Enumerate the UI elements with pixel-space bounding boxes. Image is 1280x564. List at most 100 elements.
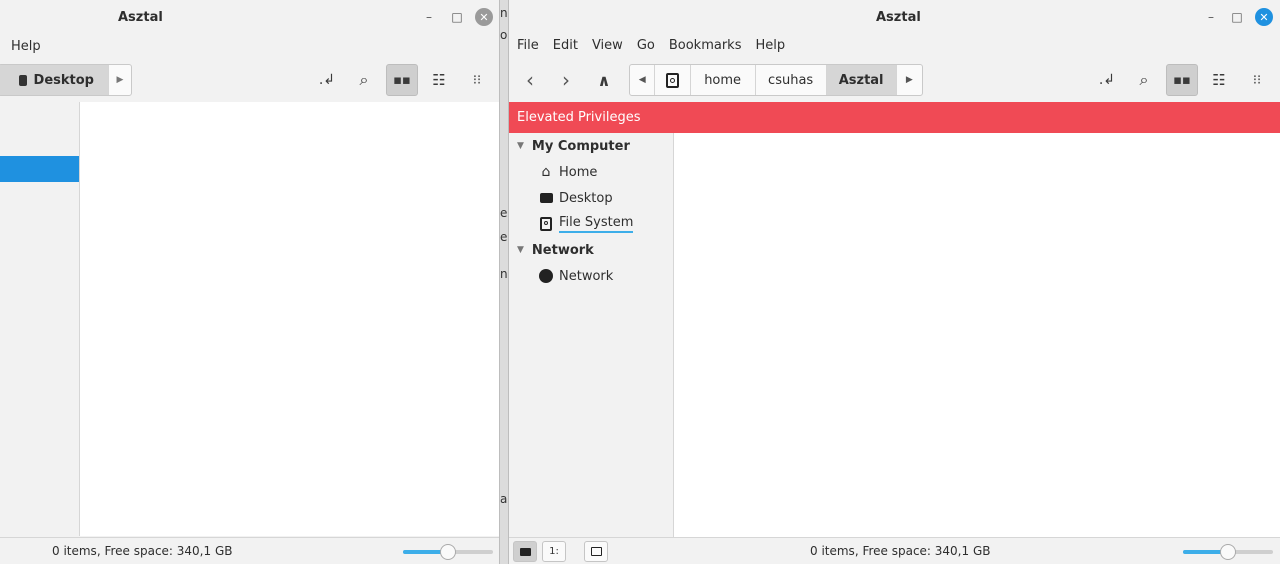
front-titlebar[interactable]: Asztal – □ ✕: [509, 0, 1280, 34]
menu-help[interactable]: Help: [4, 36, 48, 58]
menu-file[interactable]: File: [510, 35, 546, 57]
drive-icon: [537, 217, 555, 231]
menu-view[interactable]: View: [585, 35, 630, 57]
compact-icon: ⁝⁝: [472, 72, 482, 88]
sidebar-item-label: Desktop: [559, 190, 613, 206]
back-content-area[interactable]: [80, 102, 499, 536]
front-window-title: Asztal: [876, 10, 921, 25]
triangle-left-icon: ◀: [638, 75, 646, 85]
expander-down-icon: ▼: [517, 245, 524, 255]
compact-icon: ⁝⁝: [1252, 72, 1262, 88]
breadcrumb-desktop[interactable]: Desktop: [0, 65, 109, 95]
elevated-privileges-bar: Elevated Privileges: [509, 102, 1280, 133]
back-button[interactable]: ‹: [514, 64, 546, 96]
back-zoom-knob[interactable]: [440, 544, 456, 560]
front-zoom-slider[interactable]: [1183, 544, 1273, 560]
sidebar-icon: [590, 547, 602, 556]
compact-view-button[interactable]: ⁝⁝: [1241, 64, 1273, 96]
maximize-icon[interactable]: □: [448, 8, 466, 26]
menu-edit[interactable]: Edit: [546, 35, 585, 57]
toggle-location-button[interactable]: .↲: [311, 64, 343, 96]
triangle-right-icon: ▶: [905, 75, 913, 85]
sidebar-section-network-label: Network: [531, 242, 594, 258]
desktop-icon: [537, 193, 555, 203]
front-statusbar: 1: 0 items, Free space: 340,1 GB: [509, 537, 1280, 564]
sidebar-item-label: File System: [559, 215, 634, 233]
front-zoom-knob[interactable]: [1220, 544, 1236, 560]
grid-icon: ▪▪: [1173, 72, 1191, 88]
toggle-sidebar-button[interactable]: [584, 541, 608, 562]
sidebar-item-network[interactable]: Network: [509, 263, 673, 289]
back-statusbar: 0 items, Free space: 340,1 GB: [0, 537, 499, 564]
chevron-up-icon: ∧: [597, 70, 611, 90]
breadcrumb-csuhas[interactable]: csuhas: [756, 65, 827, 95]
back-titlebar[interactable]: Asztal – □ ✕: [0, 0, 499, 34]
back-sidebar-selected-item[interactable]: [0, 156, 79, 182]
triangle-right-icon: ▶: [116, 75, 124, 85]
front-toolbar: ‹ › ∧ ◀ home csuhas Asztal ▶ .↲ ⌕ ▪▪ ☷ ⁝…: [509, 62, 1280, 100]
maximize-icon[interactable]: □: [1228, 8, 1246, 26]
minimize-icon[interactable]: –: [420, 8, 438, 26]
breadcrumb-next-button[interactable]: ▶: [897, 65, 922, 95]
globe-icon: [537, 269, 555, 283]
back-sidebar: [0, 102, 80, 536]
chevron-right-icon: ›: [562, 68, 570, 92]
back-menubar: Help: [4, 36, 48, 58]
background-fragment: n: [500, 6, 508, 20]
back-breadcrumb: Desktop ▶: [0, 64, 132, 96]
compact-view-button[interactable]: ⁝⁝: [461, 64, 493, 96]
breadcrumb-prev-button[interactable]: ◀: [630, 65, 656, 95]
background-fragment: e.: [500, 206, 508, 220]
front-menubar: File Edit View Go Bookmarks Help: [510, 35, 792, 57]
forward-button[interactable]: ›: [550, 64, 582, 96]
list-view-button[interactable]: ☷: [1203, 64, 1235, 96]
close-icon[interactable]: ✕: [1255, 8, 1273, 26]
sidebar-item-home[interactable]: ⌂ Home: [509, 159, 673, 185]
background-fragment: n: [500, 267, 508, 281]
front-breadcrumb: ◀ home csuhas Asztal ▶: [629, 64, 923, 96]
sidebar-section-network[interactable]: ▼ Network: [509, 237, 673, 263]
menu-go[interactable]: Go: [630, 35, 662, 57]
minimize-icon[interactable]: –: [1202, 8, 1220, 26]
front-content-area[interactable]: [674, 133, 1280, 537]
back-status-text: 0 items, Free space: 340,1 GB: [52, 544, 233, 558]
background-fragment: a: [500, 492, 508, 506]
background-fragment: o: [500, 28, 508, 42]
back-window: Asztal – □ ✕ Help Desktop ▶ .↲ ⌕ ▪▪ ☷ ⁝⁝…: [0, 0, 500, 564]
grid-icon: ▪▪: [393, 72, 411, 88]
desktop-icon: [19, 74, 27, 86]
back-zoom-slider[interactable]: [403, 544, 493, 560]
breadcrumb-desktop-label: Desktop: [33, 72, 94, 88]
close-icon[interactable]: ✕: [475, 8, 493, 26]
breadcrumb-next-button[interactable]: ▶: [109, 65, 131, 95]
sidebar-section-my-computer-label: My Computer: [531, 138, 630, 154]
icon-view-button[interactable]: ▪▪: [386, 64, 418, 96]
search-button[interactable]: ⌕: [348, 64, 380, 96]
menu-help[interactable]: Help: [748, 35, 792, 57]
icon-view-button[interactable]: ▪▪: [1166, 64, 1198, 96]
breadcrumb-asztal[interactable]: Asztal: [826, 65, 897, 95]
background-window-strip: n o e. e n a: [500, 0, 508, 564]
list-view-button[interactable]: ☷: [423, 64, 455, 96]
background-fragment: e: [500, 230, 508, 244]
search-icon: ⌕: [359, 70, 369, 89]
breadcrumb-home[interactable]: home: [691, 65, 756, 95]
search-button[interactable]: ⌕: [1128, 64, 1160, 96]
up-button[interactable]: ∧: [588, 64, 620, 96]
sidebar-item-file-system[interactable]: File System: [509, 211, 673, 237]
sidebar-item-label: Network: [559, 268, 614, 284]
expander-down-icon: ▼: [517, 141, 524, 151]
show-places-button[interactable]: [513, 541, 537, 562]
show-treeview-button[interactable]: 1:: [542, 541, 566, 562]
front-window: Asztal – □ ✕ File Edit View Go Bookmarks…: [508, 0, 1280, 564]
sidebar-section-my-computer[interactable]: ▼ My Computer: [509, 133, 673, 159]
toggle-location-button[interactable]: .↲: [1091, 64, 1123, 96]
menu-bookmarks[interactable]: Bookmarks: [662, 35, 749, 57]
list-icon: ☷: [1212, 71, 1226, 89]
sidebar-item-desktop[interactable]: Desktop: [509, 185, 673, 211]
drive-icon: [666, 72, 680, 88]
home-icon: ⌂: [541, 164, 551, 180]
breadcrumb-root-button[interactable]: [655, 65, 691, 95]
front-status-text: 0 items, Free space: 340,1 GB: [810, 544, 991, 558]
search-icon: ⌕: [1139, 70, 1149, 89]
